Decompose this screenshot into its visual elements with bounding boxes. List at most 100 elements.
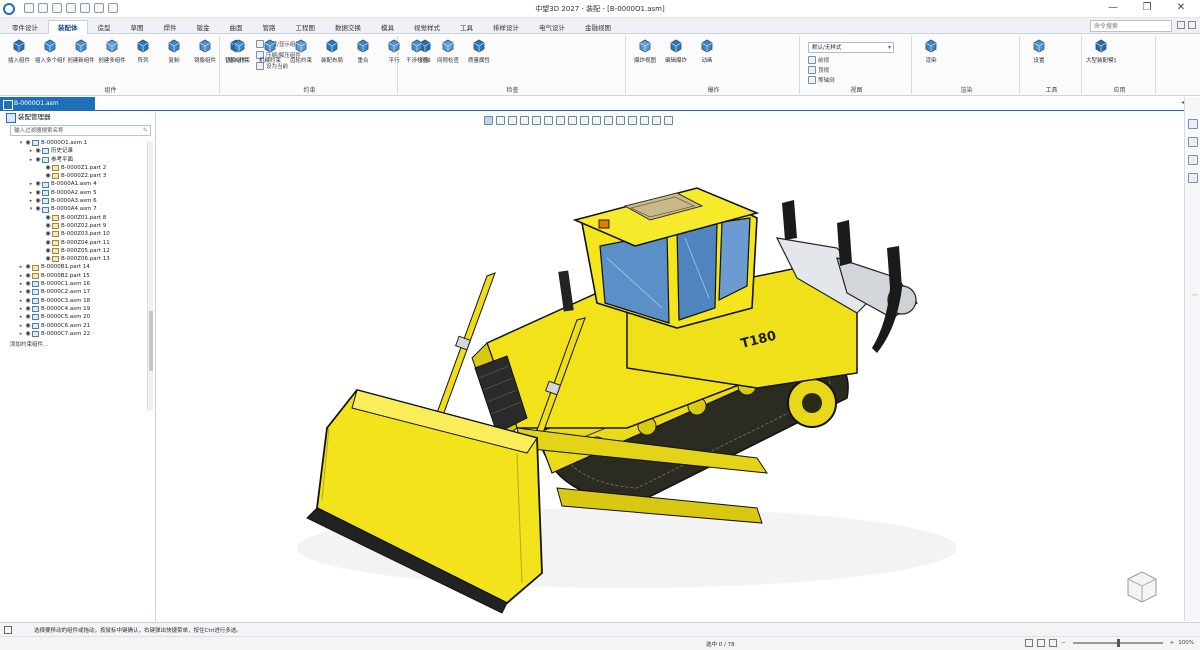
visibility-eye-icon[interactable]: ◉ xyxy=(44,255,52,263)
tree-node[interactable]: ◉ B-000Z06.part 13 xyxy=(0,255,155,263)
fit-icon[interactable] xyxy=(508,116,517,125)
tree-node[interactable]: ▸ ◉ B-0000C2.asm 17 xyxy=(0,288,155,296)
light-icon[interactable] xyxy=(580,116,589,125)
close-button[interactable]: ✕ xyxy=(1164,0,1198,16)
ribbon-collapse-icon[interactable] xyxy=(1188,21,1196,29)
tree-node[interactable]: ▸ ◉ B-0000C6.asm 21 xyxy=(0,322,155,330)
tree-scroll-thumb[interactable] xyxy=(149,311,153,371)
visibility-eye-icon[interactable]: ◉ xyxy=(44,214,52,222)
filter-icon[interactable] xyxy=(640,116,649,125)
ribbon-tab[interactable]: 曲面 xyxy=(220,20,253,34)
visibility-eye-icon[interactable]: ◉ xyxy=(44,230,52,238)
ribbon-button[interactable]: 间隙检查 xyxy=(433,38,463,64)
display-mode-icon[interactable] xyxy=(1049,639,1058,647)
ribbon-tab[interactable]: 排样设计 xyxy=(483,20,529,34)
zoom-slider[interactable] xyxy=(1072,639,1163,647)
ribbon-tab[interactable]: 钣金 xyxy=(187,20,220,34)
tree-node[interactable]: ▸ ◉ B-0000C7.asm 22 xyxy=(0,330,155,338)
visibility-eye-icon[interactable]: ◉ xyxy=(24,139,32,147)
tree-node[interactable]: ▸ ◉ B-0000B1.part 14 xyxy=(0,263,155,271)
tree-node[interactable]: ▸ ◉ 参考平面 xyxy=(0,156,155,164)
select-icon[interactable] xyxy=(484,116,493,125)
visibility-eye-icon[interactable]: ◉ xyxy=(24,322,32,330)
ribbon-tab[interactable]: 数据交换 xyxy=(325,20,371,34)
visibility-eye-icon[interactable]: ◉ xyxy=(34,205,42,213)
tree-node[interactable]: ◉ B-000Z01.part 8 xyxy=(0,214,155,222)
tree-node[interactable]: ◉ B-000Z02.part 9 xyxy=(0,222,155,230)
ribbon-button[interactable]: 插入多个组件 xyxy=(35,38,65,64)
visibility-eye-icon[interactable]: ◉ xyxy=(24,263,32,271)
visibility-eye-icon[interactable]: ◉ xyxy=(24,305,32,313)
view-manager-icon[interactable] xyxy=(1188,119,1198,129)
zoom-out-icon[interactable]: − xyxy=(1061,640,1066,646)
visibility-eye-icon[interactable]: ◉ xyxy=(34,156,42,164)
tree-node[interactable]: ▸ ◉ B-0000A1.asm 4 xyxy=(0,180,155,188)
tree-node[interactable]: ▸ ◉ 历史记录 xyxy=(0,147,155,155)
ribbon-button[interactable]: 设置 xyxy=(1024,38,1054,64)
ribbon-tab[interactable]: 工程图 xyxy=(286,20,326,34)
visibility-eye-icon[interactable]: ◉ xyxy=(24,313,32,321)
tree-node[interactable]: ▸ ◉ B-0000A3.asm 6 xyxy=(0,197,155,205)
visibility-eye-icon[interactable]: ◉ xyxy=(24,280,32,288)
ribbon-tab[interactable]: 金融视图 xyxy=(575,20,621,34)
visibility-eye-icon[interactable]: ◉ xyxy=(24,288,32,296)
visibility-eye-icon[interactable]: ◉ xyxy=(34,197,42,205)
visibility-eye-icon[interactable]: ◉ xyxy=(24,330,32,338)
ribbon-tab[interactable]: 草图 xyxy=(121,20,154,34)
display-icon[interactable] xyxy=(628,116,637,125)
ribbon-tab[interactable]: 管路 xyxy=(253,20,286,34)
ribbon-button[interactable]: 镜像组件 xyxy=(190,38,220,64)
measure-icon[interactable] xyxy=(604,116,613,125)
ribbon-button[interactable]: 机械约束 xyxy=(255,38,285,64)
zoom-icon[interactable] xyxy=(520,116,529,125)
ribbon-tab[interactable]: 零件设计 xyxy=(2,20,48,34)
minimize-button[interactable]: — xyxy=(1096,0,1130,16)
tree-node[interactable]: ▸ ◉ B-0000C1.asm 16 xyxy=(0,280,155,288)
section-icon[interactable] xyxy=(556,116,565,125)
visibility-eye-icon[interactable]: ◉ xyxy=(34,147,42,155)
visibility-eye-icon[interactable]: ◉ xyxy=(24,297,32,305)
ribbon-button[interactable]: 装配布局 xyxy=(317,38,347,64)
palette-icon[interactable] xyxy=(1188,155,1198,165)
tree-node[interactable]: ▸ ◉ B-0000A2.asm 5 xyxy=(0,189,155,197)
visibility-eye-icon[interactable]: ◉ xyxy=(44,172,52,180)
render-mode-icon[interactable] xyxy=(568,116,577,125)
ribbon-small-button[interactable]: 等轴测 xyxy=(808,76,835,84)
ribbon-button[interactable]: 插入组件 xyxy=(4,38,34,64)
ribbon-button[interactable]: 动画 xyxy=(692,38,722,64)
properties-icon[interactable] xyxy=(1188,137,1198,147)
ribbon-button[interactable]: 渲染 xyxy=(916,38,946,64)
tree-node[interactable]: ▸ ◉ B-0000C3.asm 18 xyxy=(0,297,155,305)
ribbon-button[interactable]: 爆炸视图 xyxy=(630,38,660,64)
tree-node[interactable]: ▾ ◉ B-0000A4.asm 7 xyxy=(0,205,155,213)
tree-node[interactable]: ◉ B-000Z04.part 11 xyxy=(0,239,155,247)
tree-node[interactable]: ▸ ◉ B-0000C4.asm 19 xyxy=(0,305,155,313)
tree-node[interactable]: ◉ B-0000Z2.part 3 xyxy=(0,172,155,180)
ribbon-button[interactable]: 阵列 xyxy=(128,38,158,64)
pan-icon[interactable] xyxy=(532,116,541,125)
ribbon-button[interactable]: 质量属性 xyxy=(464,38,494,64)
tool-icon[interactable] xyxy=(1188,173,1198,183)
snap-icon[interactable] xyxy=(652,116,661,125)
visibility-eye-icon[interactable]: ◉ xyxy=(44,222,52,230)
visibility-eye-icon[interactable]: ◉ xyxy=(34,189,42,197)
visibility-eye-icon[interactable]: ◉ xyxy=(44,247,52,255)
visibility-eye-icon[interactable]: ◉ xyxy=(44,239,52,247)
grid-icon[interactable] xyxy=(664,116,673,125)
ribbon-button[interactable]: 大型装配模式 xyxy=(1086,38,1116,64)
ribbon-tab[interactable]: 视觉样式 xyxy=(404,20,450,34)
tree-filter-input[interactable]: 输入过滤器搜索名称 xyxy=(10,125,151,136)
command-search-input[interactable]: 命令搜索 xyxy=(1090,20,1172,32)
ribbon-small-button[interactable]: 顶视 xyxy=(808,66,829,74)
tree-node[interactable]: ▾ ◉ B-0000O1.asm 1 xyxy=(0,139,155,147)
ribbon-button[interactable]: 齿轮约束 xyxy=(286,38,316,64)
maximize-button[interactable]: ❐ xyxy=(1130,0,1164,16)
ribbon-button[interactable]: 创建新组件 xyxy=(66,38,96,64)
bulldozer-model[interactable]: T180 xyxy=(157,128,1184,621)
ribbon-button[interactable]: 创建多组件 xyxy=(97,38,127,64)
snap-toggle-icon[interactable] xyxy=(1037,639,1046,647)
help-icon[interactable] xyxy=(1177,21,1185,29)
ribbon-tab[interactable]: 造型 xyxy=(88,20,121,34)
color-icon[interactable] xyxy=(616,116,625,125)
tree-node[interactable]: ◉ B-0000Z1.part 2 xyxy=(0,164,155,172)
